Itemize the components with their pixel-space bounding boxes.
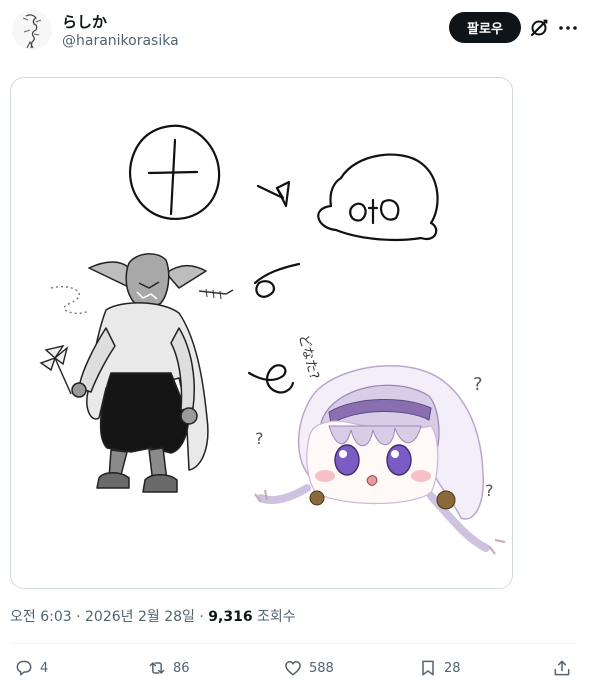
- question-mark: ?: [255, 429, 264, 448]
- follow-button[interactable]: 팔로우: [449, 12, 521, 43]
- repost-count: 86: [173, 660, 190, 676]
- user-handle[interactable]: @haranikorasika: [62, 33, 179, 49]
- repost-icon: [149, 662, 165, 674]
- more-dots-icon[interactable]: [557, 17, 579, 39]
- tweet-date[interactable]: 2026년 2월 28일: [85, 609, 195, 625]
- views-count: 9,316: [208, 609, 253, 625]
- question-mark: ?: [485, 481, 494, 500]
- views-label: 조회수: [257, 609, 296, 625]
- display-name[interactable]: らしか: [62, 11, 107, 32]
- repost-button[interactable]: 86: [147, 656, 190, 680]
- grok-icon[interactable]: [528, 17, 550, 39]
- tweet-time[interactable]: 오전 6:03: [10, 609, 72, 625]
- meta-separator: ·: [199, 609, 204, 625]
- question-mark: ?: [473, 374, 483, 395]
- tweet-media-image[interactable]: どなた? ? ? ?: [10, 77, 513, 589]
- avatar-sketch-icon: [12, 10, 52, 50]
- like-count: 588: [309, 660, 334, 676]
- tweet-actions: 4 86 588 28: [0, 650, 590, 686]
- bookmark-count: 28: [444, 660, 461, 676]
- bookmark-icon: [422, 660, 434, 676]
- avatar[interactable]: [12, 10, 52, 50]
- tweet-meta: 오전 6:03 · 2026년 2월 28일 · 9,316 조회수: [10, 606, 296, 626]
- divider: [10, 643, 576, 644]
- reply-button[interactable]: 4: [14, 656, 48, 680]
- share-icon: [554, 660, 570, 676]
- tweet-header: らしか @haranikorasika 팔로우: [0, 0, 590, 60]
- like-button[interactable]: 588: [283, 656, 334, 680]
- reply-count: 4: [40, 660, 49, 676]
- heart-icon: [285, 661, 301, 676]
- reply-icon: [16, 660, 32, 676]
- meta-separator: ·: [76, 609, 81, 625]
- share-button[interactable]: [552, 656, 578, 680]
- bookmark-button[interactable]: 28: [418, 656, 461, 680]
- drawing-illustration: どなた? ? ? ?: [11, 78, 512, 588]
